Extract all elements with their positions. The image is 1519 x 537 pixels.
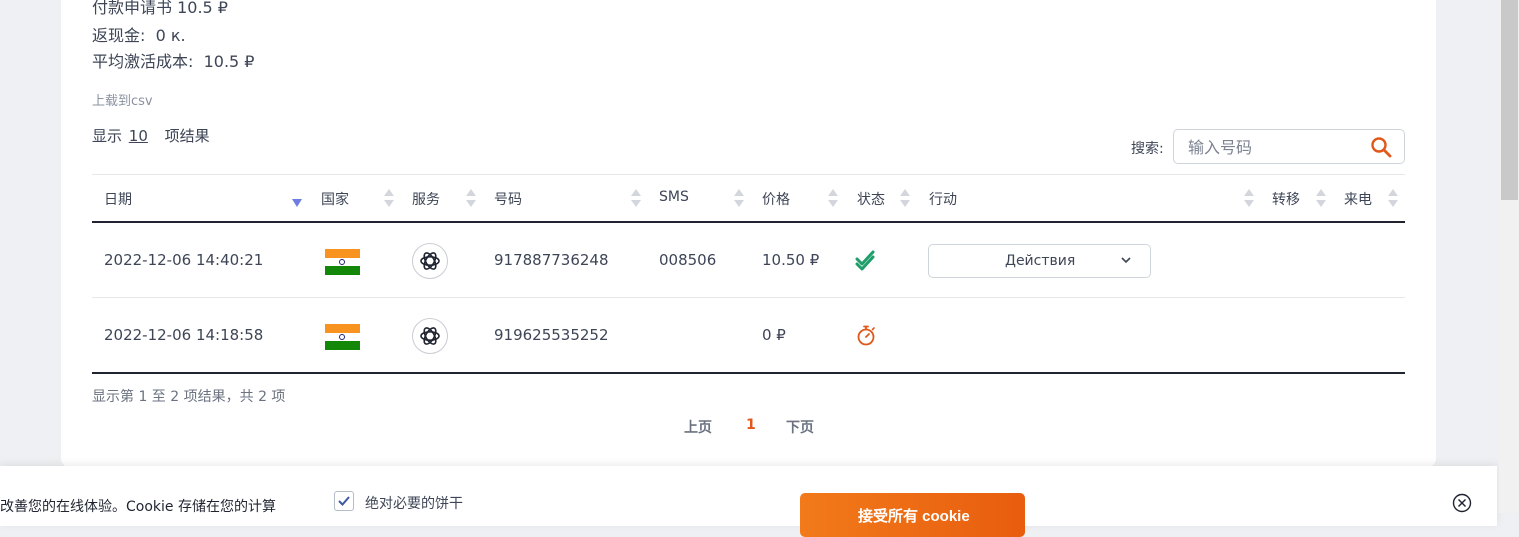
sort-icon[interactable] <box>900 189 910 207</box>
table-row: 2022-12-06 14:40:21 917887736248 008506 … <box>92 223 1405 298</box>
table-info: 显示第 1 至 2 项结果，共 2 项 <box>92 389 286 405</box>
sort-icon[interactable] <box>734 189 744 207</box>
scrollbar-thumb[interactable] <box>1501 0 1518 200</box>
avg-cost-line: 平均激活成本: 10.5 ₽ <box>92 48 254 72</box>
accept-all-cookies-label: 接受所有 cookie <box>858 508 970 525</box>
actions-dropdown[interactable]: Действия <box>928 244 1151 278</box>
row-number: 917887736248 <box>494 251 609 269</box>
cookie-banner: 改善您的在线体验。Cookie 存储在您的计算 绝对必要的饼干 接受所有 coo… <box>0 466 1497 537</box>
search-box <box>1173 129 1405 164</box>
openai-icon <box>412 243 448 279</box>
table-row: 2022-12-06 14:18:58 919625535252 0 ₽ <box>92 298 1405 374</box>
search-input[interactable] <box>1186 136 1360 158</box>
col-price[interactable]: 价格 <box>762 189 790 209</box>
pagination-prev[interactable]: 上页 <box>684 417 712 437</box>
sort-icon[interactable] <box>1388 189 1398 207</box>
accept-all-cookies-button[interactable]: 接受所有 cookie <box>800 493 1025 537</box>
search-icon[interactable] <box>1370 136 1392 158</box>
double-check-icon <box>855 250 875 271</box>
col-service[interactable]: 服务 <box>412 189 440 209</box>
col-action[interactable]: 行动 <box>929 189 957 209</box>
actions-dropdown-label: Действия <box>1005 253 1076 269</box>
india-flag-icon <box>325 249 360 275</box>
cashback-line: 返现金: 0 к. <box>92 22 186 46</box>
india-flag-icon <box>325 324 360 350</box>
cashback-label: 返现金: <box>92 26 146 45</box>
download-csv-link[interactable]: 上载到csv <box>92 90 153 109</box>
col-status[interactable]: 状态 <box>857 189 885 209</box>
sort-icon[interactable] <box>828 189 838 207</box>
payment-summary-line: 付款申请书 10.5 ₽ <box>92 0 228 17</box>
check-icon <box>338 496 350 506</box>
row-date: 2022-12-06 14:40:21 <box>104 251 264 269</box>
page-length-control: 显示 10 项结果 <box>92 125 210 146</box>
close-icon[interactable] <box>1452 493 1472 513</box>
row-date: 2022-12-06 14:18:58 <box>104 326 264 344</box>
col-sms[interactable]: SMS <box>659 189 689 205</box>
row-price: 10.50 ₽ <box>762 251 820 269</box>
show-prefix: 显示 <box>92 127 123 145</box>
show-suffix: 项结果 <box>164 127 210 145</box>
row-number: 919625535252 <box>494 326 609 344</box>
table-header: 日期 国家 服务 号码 SMS 价格 状态 行动 转移 来电 <box>92 174 1405 223</box>
avg-cost-value: 10.5 ₽ <box>203 52 255 71</box>
chevron-down-icon <box>1121 257 1131 264</box>
col-transfer[interactable]: 转移 <box>1272 189 1300 209</box>
pagination-next[interactable]: 下页 <box>786 417 814 437</box>
sort-desc-icon[interactable] <box>292 199 302 207</box>
necessary-cookies-label: 绝对必要的饼干 <box>365 496 463 512</box>
cookie-text: 改善您的在线体验。Cookie 存储在您的计算 <box>0 499 276 515</box>
stopwatch-icon <box>857 325 875 346</box>
sort-icon[interactable] <box>466 189 476 207</box>
row-sms: 008506 <box>659 251 717 269</box>
cashback-value: 0 к. <box>155 26 186 45</box>
col-date[interactable]: 日期 <box>104 189 132 209</box>
openai-icon <box>412 318 448 354</box>
pagination-current[interactable]: 1 <box>746 417 756 433</box>
necessary-cookies-checkbox[interactable] <box>334 491 354 511</box>
avg-cost-label: 平均激活成本: <box>92 52 194 71</box>
search-label: 搜索: <box>1131 141 1164 157</box>
activations-table: 日期 国家 服务 号码 SMS 价格 状态 行动 转移 来电 2022-12-0… <box>92 174 1405 374</box>
sort-icon[interactable] <box>384 189 394 207</box>
row-price: 0 ₽ <box>762 326 786 344</box>
col-country[interactable]: 国家 <box>321 189 349 209</box>
sort-icon[interactable] <box>1244 189 1254 207</box>
sort-icon[interactable] <box>1316 189 1326 207</box>
col-call[interactable]: 来电 <box>1344 189 1372 209</box>
sort-icon[interactable] <box>631 189 641 207</box>
col-number[interactable]: 号码 <box>494 189 522 209</box>
page-length-select[interactable]: 10 <box>129 127 148 145</box>
